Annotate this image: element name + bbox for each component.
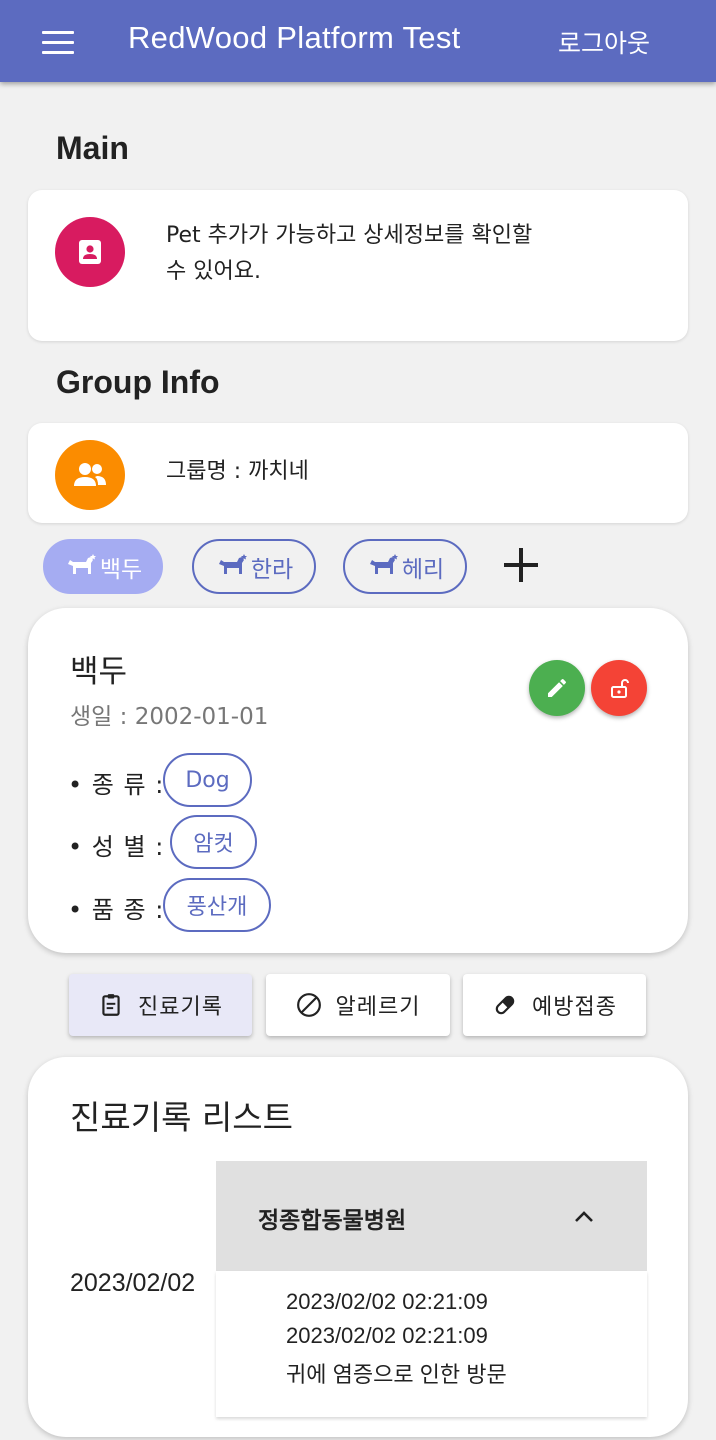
dog-icon bbox=[218, 553, 247, 574]
gender-label: • 성 별 : bbox=[68, 833, 165, 861]
block-icon bbox=[296, 993, 321, 1017]
medical-records-card: 진료기록 리스트 2023/02/02 정종합동물병원 2023/02/02 0… bbox=[28, 1057, 688, 1437]
edit-pet-button[interactable] bbox=[529, 660, 585, 716]
main-section-title: Main bbox=[56, 130, 129, 166]
clipboard-icon bbox=[102, 994, 120, 1016]
group-name-text: 그룹명 : 까치네 bbox=[166, 459, 309, 484]
pet-detail-card: 백두 생일 : 2002-01-01 • 종 류 : Dog • 성 별 : 암… bbox=[28, 608, 688, 953]
pill-icon bbox=[495, 995, 515, 1015]
record-accordion-body: 2023/02/02 02:21:09 2023/02/02 02:21:09 … bbox=[216, 1271, 647, 1417]
tab-label: 예방접종 bbox=[532, 995, 617, 1020]
add-pet-icon[interactable] bbox=[500, 544, 542, 586]
pencil-icon bbox=[548, 678, 567, 697]
pet-chip-label: 백두 bbox=[99, 556, 143, 583]
app-title: RedWood Platform Test bbox=[128, 20, 461, 55]
tab-label: 진료기록 bbox=[138, 995, 223, 1020]
group-section-title: Group Info bbox=[56, 364, 220, 400]
species-label: • 종 류 : bbox=[68, 771, 165, 799]
dog-icon bbox=[67, 553, 96, 574]
main-description-line2: 수 있어요. bbox=[166, 259, 261, 284]
hospital-name: 정종합동물병원 bbox=[258, 1208, 407, 1234]
pet-chip-baekdu[interactable]: 백두 bbox=[43, 539, 163, 594]
tab-medical-records[interactable]: 진료기록 bbox=[69, 974, 252, 1036]
record-created-time: 2023/02/02 02:21:09 bbox=[286, 1289, 488, 1314]
pet-birthday: 생일 : 2002-01-01 bbox=[70, 704, 269, 730]
dog-icon bbox=[369, 553, 398, 574]
group-info-card: 그룹명 : 까치네 bbox=[28, 423, 688, 523]
record-date: 2023/02/02 bbox=[70, 1269, 196, 1297]
pet-chip-heri[interactable]: 헤리 bbox=[343, 539, 467, 594]
pet-name: 백두 bbox=[70, 654, 128, 690]
pet-chip-label: 한라 bbox=[250, 556, 294, 583]
lock-open-icon bbox=[611, 679, 629, 698]
tab-vaccination[interactable]: 예방접종 bbox=[463, 974, 646, 1036]
records-title: 진료기록 리스트 bbox=[70, 1098, 294, 1137]
main-description-line1: Pet 추가가 가능하고 상세정보를 확인할 bbox=[166, 223, 533, 248]
breed-label: • 품 종 : bbox=[68, 896, 165, 924]
app-bar: RedWood Platform Test 로그아웃 bbox=[0, 0, 716, 82]
record-note: 귀에 염증으로 인한 방문 bbox=[286, 1362, 507, 1387]
logout-button[interactable]: 로그아웃 bbox=[558, 24, 650, 60]
lock-pet-button[interactable] bbox=[591, 660, 647, 716]
group-icon bbox=[55, 440, 125, 510]
contact-card-icon bbox=[55, 217, 125, 287]
main-info-card: Pet 추가가 가능하고 상세정보를 확인할 수 있어요. bbox=[28, 190, 688, 341]
menu-icon[interactable] bbox=[42, 29, 76, 55]
pet-chip-label: 헤리 bbox=[401, 556, 445, 583]
breed-chip: 풍산개 bbox=[163, 878, 271, 932]
gender-chip: 암컷 bbox=[170, 815, 257, 869]
tab-allergy[interactable]: 알레르기 bbox=[266, 974, 450, 1036]
tab-label: 알레르기 bbox=[335, 995, 421, 1020]
species-chip: Dog bbox=[163, 753, 252, 807]
record-updated-time: 2023/02/02 02:21:09 bbox=[286, 1323, 488, 1348]
record-accordion-header[interactable]: 정종합동물병원 bbox=[216, 1161, 647, 1271]
chevron-up-icon bbox=[575, 1211, 593, 1222]
pet-chip-halla[interactable]: 한라 bbox=[192, 539, 316, 594]
